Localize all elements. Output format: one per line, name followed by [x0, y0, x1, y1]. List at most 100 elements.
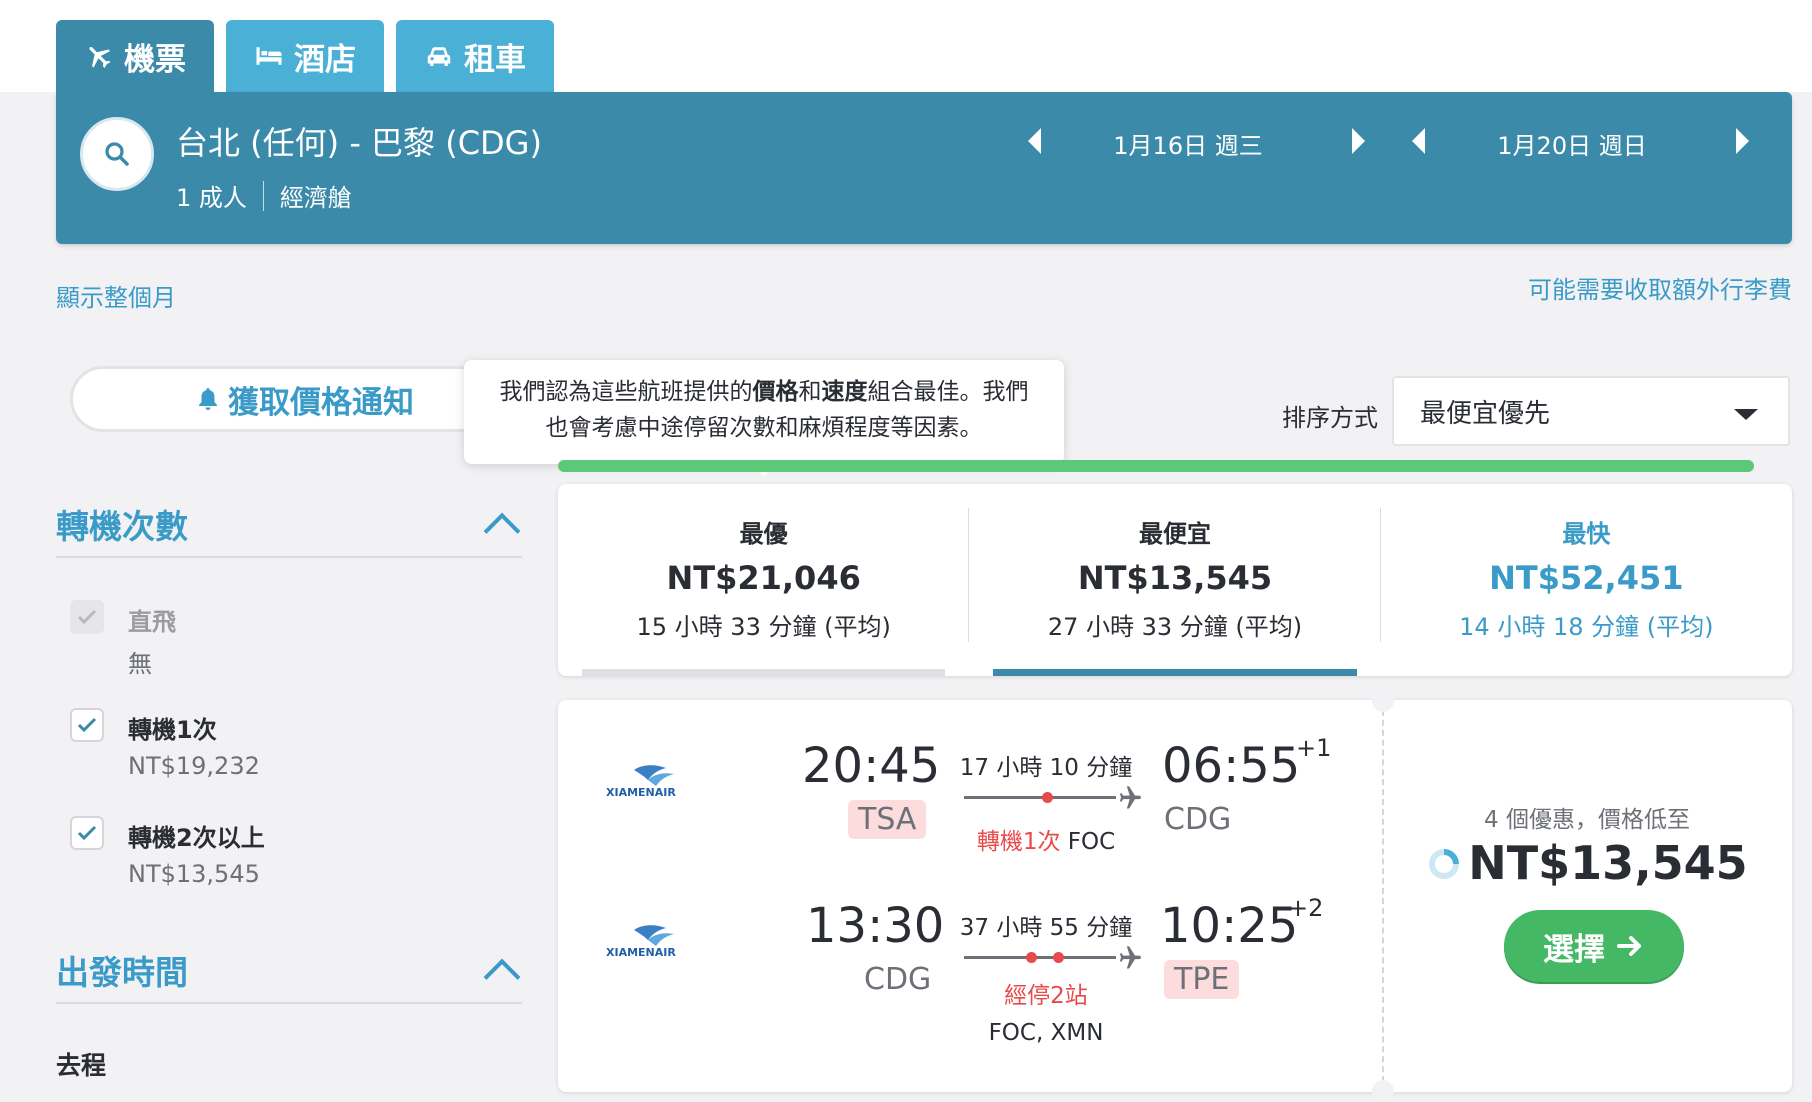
- card-divider: [1382, 700, 1384, 1092]
- tab-flights-label: 機票: [124, 41, 186, 78]
- filter-option-price: 無: [128, 650, 152, 678]
- card-notch: [1372, 1080, 1394, 1102]
- stops-filter-title[interactable]: 轉機次數: [56, 500, 188, 548]
- tab-hotels[interactable]: 酒店: [226, 20, 384, 92]
- passengers-text: 1 成人: [176, 184, 247, 212]
- svg-text:XIAMENAIR: XIAMENAIR: [606, 946, 676, 959]
- check-icon: [77, 717, 97, 733]
- inbound-duration: 37 小時 55 分鐘: [959, 915, 1133, 941]
- flight-price-value: NT$13,545: [1468, 836, 1748, 890]
- depart-date[interactable]: 1月16日 週三: [1068, 126, 1308, 161]
- outbound-arrival-airport: CDG: [1164, 802, 1232, 837]
- results-progress-bar: [558, 460, 1754, 472]
- inbound-stops-count: 經停2站: [1004, 983, 1088, 1009]
- chevron-up-icon[interactable]: [483, 512, 521, 550]
- checkbox-direct[interactable]: [70, 600, 104, 634]
- route-text[interactable]: 台北 (任何) - 巴黎 (CDG): [176, 118, 542, 164]
- checkbox-one-stop[interactable]: [70, 708, 104, 742]
- inbound-route-line: [964, 956, 1116, 959]
- search-button[interactable]: [80, 117, 154, 191]
- sort-dropdown[interactable]: 最便宜優先: [1392, 376, 1790, 446]
- return-date[interactable]: 1月20日 週日: [1452, 126, 1692, 161]
- outbound-duration: 17 小時 10 分鐘: [959, 755, 1133, 781]
- stop-dot: [1053, 952, 1064, 963]
- depart-next-day-icon[interactable]: [1352, 128, 1365, 154]
- summary-tab-fastest[interactable]: 最快 NT$52,451 14 小時 18 分鐘 (平均): [1381, 484, 1792, 676]
- tooltip-line-1: 我們認為這些航班提供的價格和速度組合最佳。我們: [464, 374, 1064, 410]
- summary-tab-best[interactable]: 最優 NT$21,046 15 小時 33 分鐘 (平均): [558, 484, 970, 676]
- plane-arrival-icon: [1119, 786, 1141, 809]
- return-prev-day-icon[interactable]: [1412, 128, 1425, 154]
- departure-time-filter-title[interactable]: 出發時間: [56, 946, 188, 994]
- inbound-day-offset: +2: [1288, 894, 1324, 922]
- summary-title: 最快: [1562, 520, 1611, 548]
- tab-flights[interactable]: 機票: [56, 20, 214, 92]
- inbound-departure-airport: CDG: [864, 962, 932, 997]
- price-alert-label: 獲取價格通知: [228, 384, 414, 421]
- outbound-arrival-time: 06:55: [1162, 738, 1301, 794]
- cabin-text: 經濟艙: [279, 184, 352, 212]
- outbound-departure-airport: TSA: [848, 800, 927, 839]
- bell-icon: [199, 388, 217, 410]
- check-icon: [77, 609, 97, 625]
- sort-label: 排序方式: [1282, 404, 1378, 432]
- flight-price: NT$13,545: [1382, 836, 1792, 890]
- tooltip-text: 我們認為這些航班提供的: [499, 379, 753, 405]
- search-summary-bar: 台北 (任何) - 巴黎 (CDG) 1 成人 經濟艙 1月16日 週三 1月2…: [56, 92, 1792, 244]
- summary-duration: 15 小時 33 分鐘 (平均): [636, 613, 891, 641]
- summary-title: 最優: [739, 520, 788, 548]
- stop-dot: [1026, 952, 1037, 963]
- inbound-arrival-time: 10:25: [1160, 898, 1299, 954]
- xiamenair-logo: XIAMENAIR: [606, 925, 676, 959]
- check-icon: [77, 825, 97, 841]
- summary-tab-underline: [1405, 669, 1768, 676]
- tab-cars-label: 租車: [464, 41, 526, 78]
- divider: [56, 1002, 522, 1004]
- tooltip-bold-price: 價格: [752, 379, 799, 405]
- summary-price: NT$52,451: [1489, 559, 1684, 597]
- product-tabs: 機票 酒店 租車: [56, 20, 554, 92]
- svg-text:XIAMENAIR: XIAMENAIR: [606, 786, 676, 799]
- checkbox-two-plus-stops[interactable]: [70, 816, 104, 850]
- best-explanation-tooltip: 我們認為這些航班提供的價格和速度組合最佳。我們 也會考慮中途停留次數和麻煩程度等…: [464, 360, 1064, 476]
- filter-option-price: NT$13,545: [128, 860, 260, 888]
- outbound-route-line: [964, 796, 1116, 799]
- bed-icon: [256, 47, 282, 65]
- tab-cars[interactable]: 租車: [396, 20, 554, 92]
- card-notch: [1372, 690, 1394, 712]
- tab-hotels-label: 酒店: [294, 41, 356, 78]
- tooltip-text: 組合最佳。我們: [867, 379, 1029, 405]
- summary-tab-underline: [582, 669, 946, 676]
- return-next-day-icon[interactable]: [1736, 128, 1749, 154]
- arrow-right-icon: [1617, 936, 1641, 956]
- inbound-arrival-airport: TPE: [1164, 960, 1240, 999]
- filter-option-label: 轉機1次: [128, 716, 217, 744]
- outbound-day-offset: +1: [1296, 734, 1332, 762]
- caret-down-icon: [1734, 409, 1758, 420]
- tooltip-bold-speed: 速度: [821, 379, 868, 405]
- search-icon: [105, 142, 129, 166]
- deals-count-text: 4 個優惠，價格低至: [1484, 807, 1690, 833]
- plane-arrival-icon: [1119, 946, 1141, 969]
- loading-spinner-icon: [1429, 849, 1460, 879]
- stops-airports: FOC: [1067, 829, 1116, 855]
- passenger-cabin-info[interactable]: 1 成人 經濟艙: [176, 178, 352, 213]
- outbound-stops: 轉機1次 FOC: [946, 822, 1146, 856]
- summary-tab-cheapest[interactable]: 最便宜 NT$13,545 27 小時 33 分鐘 (平均): [969, 484, 1381, 676]
- summary-tab-underline: [993, 669, 1357, 676]
- car-icon: [427, 47, 451, 66]
- summary-duration: 27 小時 33 分鐘 (平均): [1047, 613, 1303, 641]
- summary-price: NT$21,046: [666, 559, 861, 597]
- tooltip-text: 和: [798, 379, 822, 405]
- select-flight-button[interactable]: 選擇: [1504, 910, 1684, 982]
- sort-value: 最便宜優先: [1420, 398, 1551, 429]
- show-full-month-link[interactable]: 顯示整個月: [56, 278, 176, 313]
- chevron-up-icon[interactable]: [483, 958, 521, 996]
- depart-prev-day-icon[interactable]: [1028, 128, 1041, 154]
- sort-summary-tabs: 最優 NT$21,046 15 小時 33 分鐘 (平均) 最便宜 NT$13,…: [558, 484, 1792, 676]
- summary-title: 最便宜: [1138, 520, 1211, 548]
- baggage-fee-link[interactable]: 可能需要收取額外行李費: [1528, 270, 1792, 305]
- outbound-leg-label: 去程: [56, 1051, 107, 1080]
- outbound-departure-time: 20:45: [802, 738, 941, 794]
- divider: [56, 556, 522, 558]
